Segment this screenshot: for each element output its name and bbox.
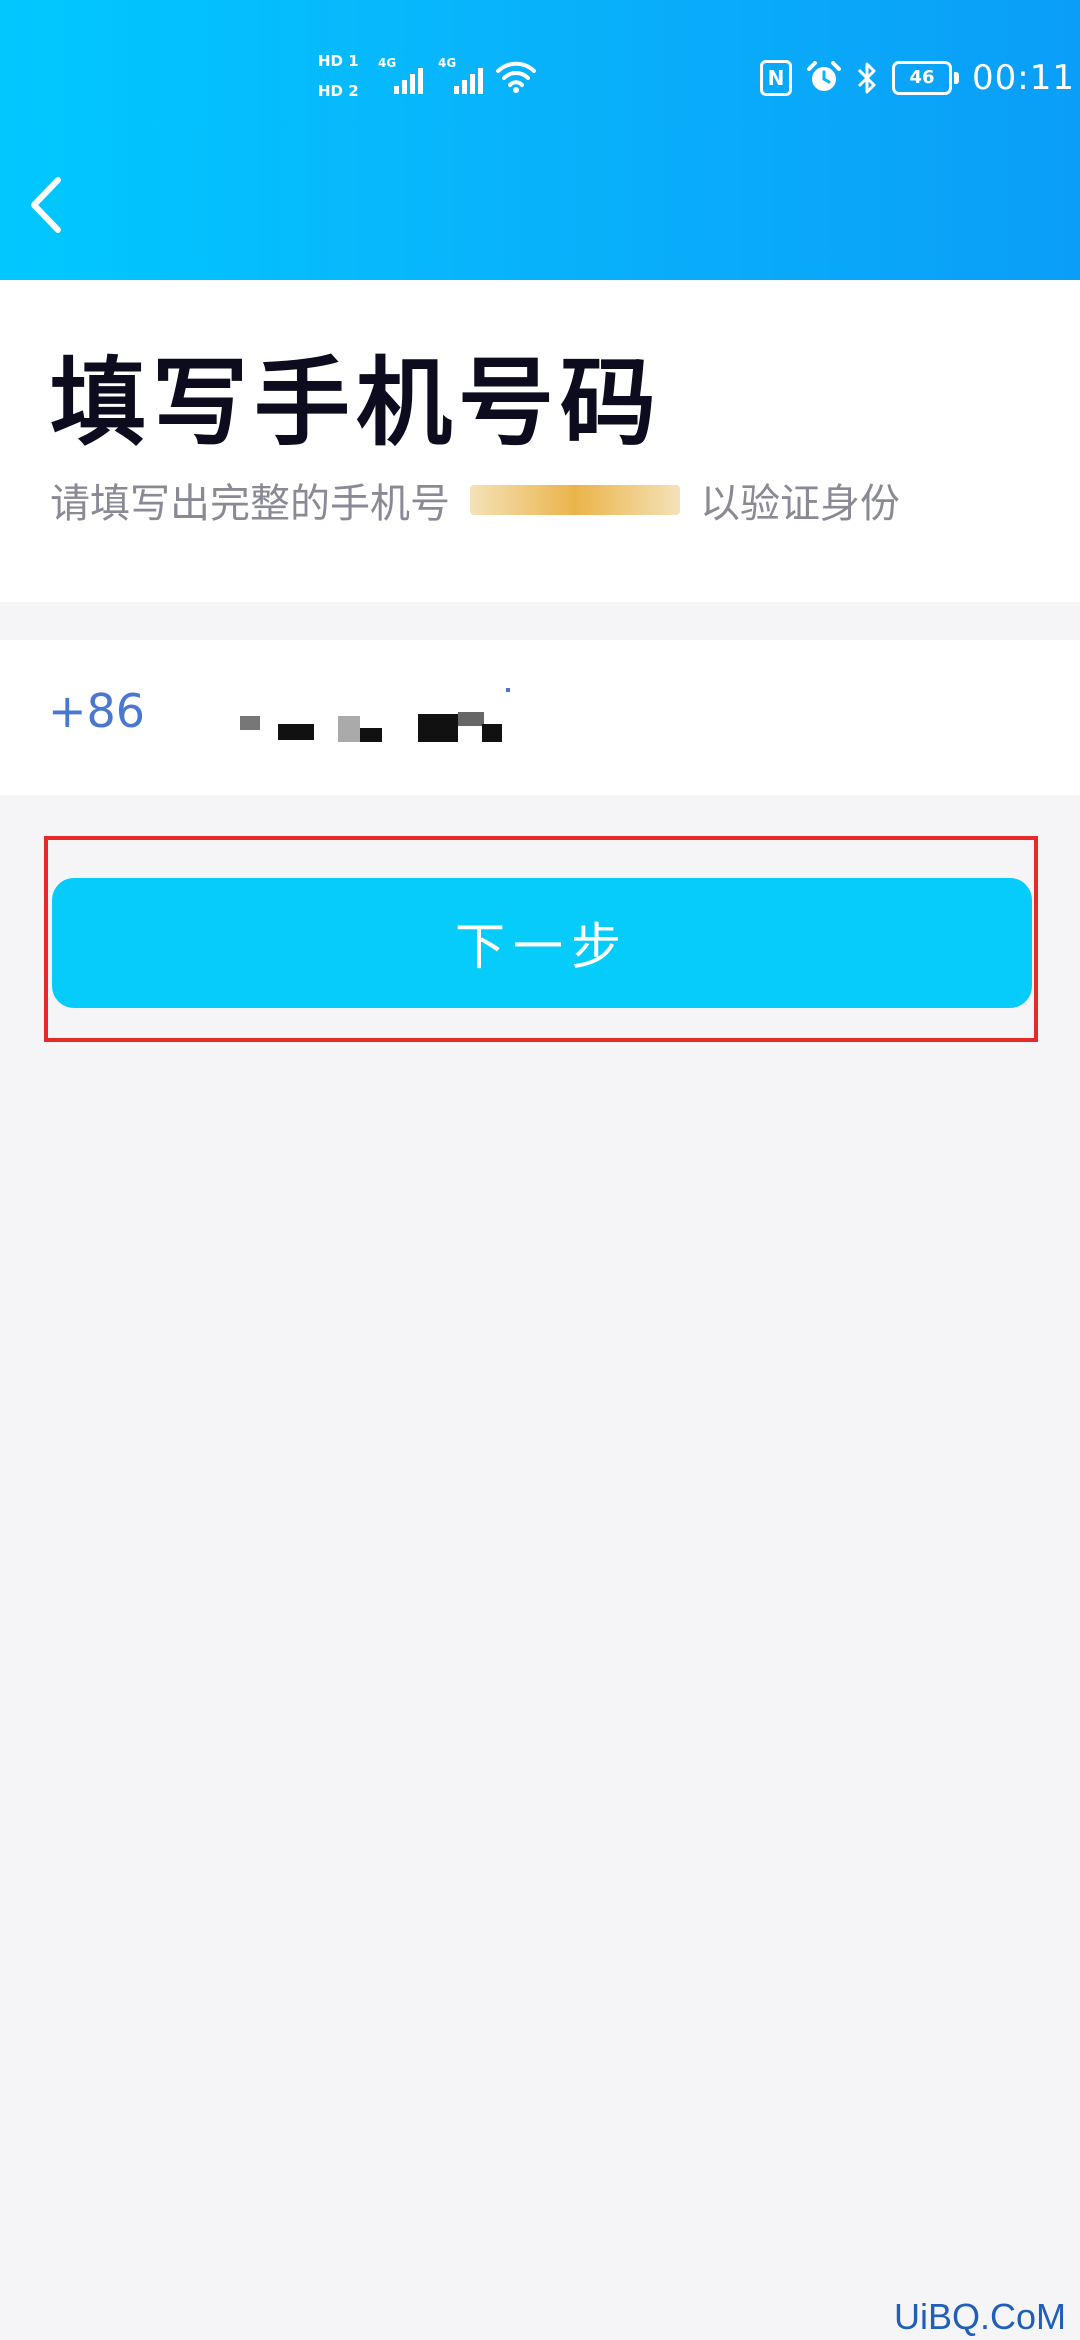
redacted-digit	[240, 716, 260, 730]
input-cursor	[506, 688, 510, 692]
header-bar: HD 1 HD 2 4G 4G N 46 00:11	[0, 0, 1080, 280]
hd1-badge: HD 1	[318, 52, 359, 70]
redacted-digit	[338, 716, 360, 742]
redacted-digit	[360, 728, 382, 742]
bluetooth-icon	[857, 62, 876, 94]
wifi-icon	[496, 61, 536, 93]
nfc-icon: N	[760, 60, 792, 96]
status-bar: HD 1 HD 2 4G 4G N 46 00:11	[0, 0, 1080, 150]
battery-icon: 46	[892, 61, 959, 95]
subtitle-prefix: 请填写出完整的手机号	[50, 481, 450, 527]
redacted-digit	[482, 724, 502, 742]
page-title: 填写手机号码	[50, 347, 662, 459]
status-icons: N 46 00:11	[760, 58, 1075, 98]
alarm-icon	[807, 61, 841, 91]
status-time: 00:11	[972, 58, 1075, 98]
subtitle-suffix: 以验证身份	[700, 481, 900, 527]
sim-badges: HD 1 HD 2	[318, 50, 370, 110]
phone-input[interactable]	[230, 680, 1010, 760]
page-subtitle: 请填写出完整的手机号 以验证身份	[50, 470, 900, 530]
redacted-phone-hint	[470, 485, 680, 515]
chevron-left-icon	[31, 177, 61, 233]
watermark: UiBQ.CoM	[893, 2296, 1066, 2337]
phone-input-row: +86	[0, 640, 1080, 795]
hd2-badge: HD 2	[318, 82, 359, 100]
redacted-digit	[278, 724, 314, 740]
back-button[interactable]	[22, 170, 70, 240]
country-code-selector[interactable]: +86	[48, 684, 145, 738]
redacted-digit	[418, 714, 458, 742]
redacted-digit	[458, 712, 484, 726]
next-button[interactable]: 下一步	[52, 878, 1032, 1008]
